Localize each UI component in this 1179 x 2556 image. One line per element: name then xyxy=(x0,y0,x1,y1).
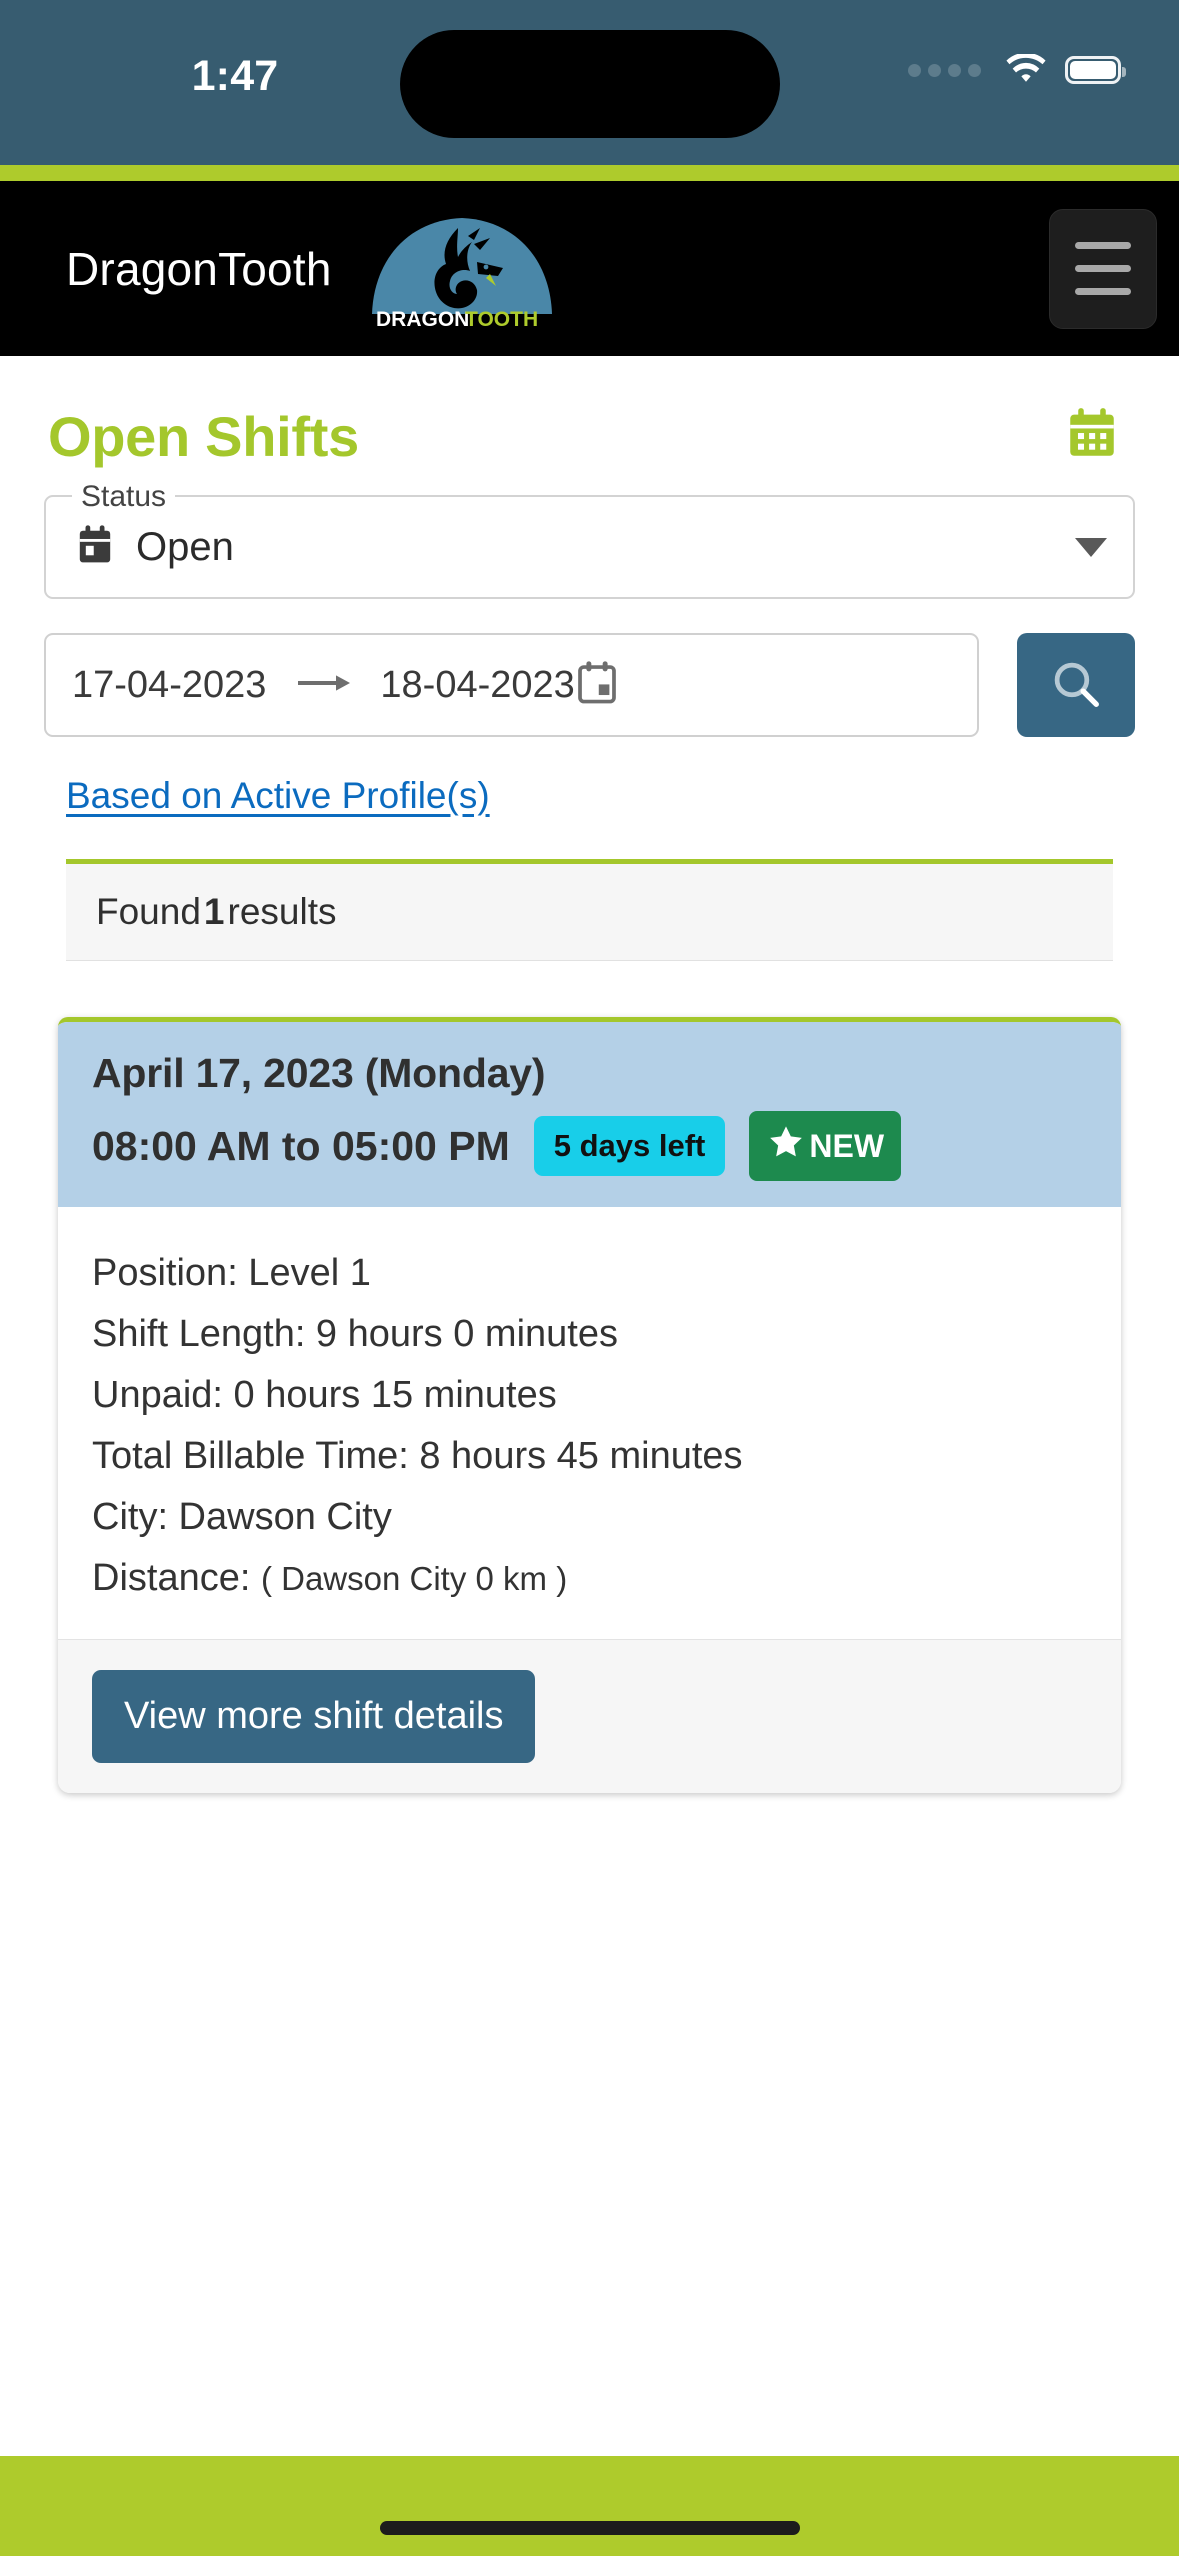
shift-time-row: 08:00 AM to 05:00 PM 5 days left NEW xyxy=(92,1111,1087,1181)
shift-detail-city: City: Dawson City xyxy=(92,1496,392,1538)
search-button[interactable] xyxy=(1017,633,1135,737)
results-suffix: results xyxy=(227,891,337,932)
distance-value: ( Dawson City 0 km ) xyxy=(260,1560,568,1597)
shift-card-header: April 17, 2023 (Monday) 08:00 AM to 05:0… xyxy=(58,1022,1121,1207)
calendar-picker-icon[interactable] xyxy=(575,660,619,711)
shift-card[interactable]: April 17, 2023 (Monday) 08:00 AM to 05:0… xyxy=(58,1017,1121,1793)
shift-card-footer: View more shift details xyxy=(58,1640,1121,1793)
svg-text:DRAGON: DRAGON xyxy=(376,308,469,331)
chevron-down-icon[interactable] xyxy=(1075,537,1107,557)
date-range-row: 17-04-2023 18-04-2023 xyxy=(44,633,1135,737)
page-header: Open Shifts xyxy=(44,356,1135,495)
shift-detail-unpaid: Unpaid: 0 hours 15 minutes xyxy=(92,1374,557,1416)
shift-detail-billable: Total Billable Time: 8 hours 45 minutes xyxy=(92,1435,743,1477)
brand-title: DragonTooth xyxy=(66,242,332,295)
page-title: Open Shifts xyxy=(48,405,359,468)
dynamic-island xyxy=(400,30,780,138)
status-select[interactable]: Status Open xyxy=(44,480,1135,599)
search-icon xyxy=(1049,657,1103,714)
shift-card-body: Position: Level 1 Shift Length: 9 hours … xyxy=(58,1207,1121,1640)
date-range-input[interactable]: 17-04-2023 18-04-2023 xyxy=(44,633,979,737)
home-indicator[interactable] xyxy=(379,2521,800,2535)
status-bar-time: 1:47 xyxy=(191,52,279,100)
phone-screen: 1:47 DragonTooth DRAGON TOOTH Open Shift… xyxy=(0,0,1179,2556)
home-bar-area xyxy=(0,2456,1179,2556)
star-icon xyxy=(766,1122,806,1170)
svg-text:TOOTH: TOOTH xyxy=(465,308,538,331)
signal-dots-icon xyxy=(908,63,981,77)
page-content: Open Shifts Status Open 17-04-2023 18-04… xyxy=(0,356,1179,2456)
view-more-shift-details-button[interactable]: View more shift details xyxy=(92,1670,536,1763)
results-count-bar: Found 1 results xyxy=(66,859,1113,961)
distance-label: Distance: xyxy=(92,1557,251,1599)
date-range-start[interactable]: 17-04-2023 xyxy=(72,664,266,707)
status-select-legend: Status xyxy=(72,480,176,514)
wifi-icon xyxy=(1004,54,1048,86)
calendar-icon[interactable] xyxy=(1063,405,1131,468)
app-bar: DragonTooth DRAGON TOOTH xyxy=(0,181,1179,356)
results-prefix: Found xyxy=(96,891,201,932)
event-calendar-icon xyxy=(76,524,114,571)
hamburger-menu-icon[interactable] xyxy=(1049,208,1157,329)
days-left-badge: 5 days left xyxy=(533,1116,726,1176)
new-badge-label: NEW xyxy=(809,1127,885,1164)
shift-date: April 17, 2023 (Monday) xyxy=(92,1050,546,1096)
arrow-right-icon xyxy=(266,671,380,700)
shift-detail-shift-length: Shift Length: 9 hours 0 minutes xyxy=(92,1313,618,1355)
status-bar: 1:47 xyxy=(0,0,1179,165)
date-range-end[interactable]: 18-04-2023 xyxy=(380,664,574,707)
new-badge: NEW xyxy=(749,1111,902,1181)
shift-time: 08:00 AM to 05:00 PM xyxy=(92,1122,510,1169)
shift-detail-distance: Distance: ( Dawson City 0 km ) xyxy=(92,1548,1087,1609)
shift-detail-position: Position: Level 1 xyxy=(92,1252,371,1294)
active-profiles-link[interactable]: Based on Active Profile(s) xyxy=(66,775,490,817)
battery-full-icon xyxy=(1065,56,1126,84)
status-select-value: Open xyxy=(136,524,234,569)
status-bar-indicators xyxy=(908,54,1126,86)
accent-stripe xyxy=(0,165,1179,181)
results-count: 1 xyxy=(203,891,225,932)
dragon-logo-icon: DRAGON TOOTH xyxy=(362,206,562,331)
